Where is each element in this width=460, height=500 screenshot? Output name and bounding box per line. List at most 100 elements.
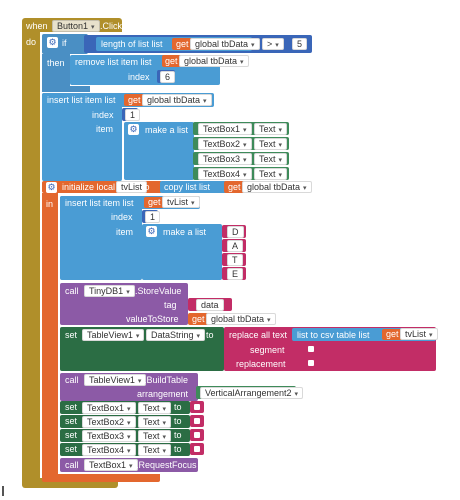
get-label: get <box>165 56 178 66</box>
chevron-down-icon: ▾ <box>243 172 247 179</box>
empty-text-block[interactable] <box>304 343 318 355</box>
compare-operator-dropdown[interactable]: > ▾ <box>262 38 284 50</box>
to-label: to <box>174 402 182 412</box>
chevron-down-icon: ▾ <box>127 406 131 413</box>
index-label: index <box>111 212 133 222</box>
variable-dropdown[interactable]: tvList ▾ <box>400 328 438 340</box>
set-label: set <box>65 430 78 440</box>
property-dropdown[interactable]: DataString ▾ <box>146 329 206 341</box>
chevron-down-icon: ▾ <box>243 142 247 149</box>
variable-dropdown[interactable]: global tbData ▾ <box>142 94 212 106</box>
number-value[interactable]: 1 <box>125 109 141 121</box>
event-name: .Click <box>100 21 122 31</box>
variable-dropdown[interactable]: tvList ▾ <box>162 196 200 208</box>
gear-icon[interactable]: ⚙ <box>47 37 58 48</box>
chevron-down-icon: ▾ <box>162 406 167 413</box>
chevron-down-icon: ▾ <box>127 448 131 455</box>
component-dropdown[interactable]: TextBox3 ▾ <box>82 430 136 442</box>
call-label: call <box>65 460 79 470</box>
number-value[interactable]: 1 <box>145 211 161 223</box>
chevron-down-icon: ▾ <box>162 448 167 455</box>
replacement-label: replacement <box>236 359 286 369</box>
to-label: to <box>174 416 182 426</box>
component-dropdown[interactable]: TableView1 ▾ <box>84 374 147 386</box>
workspace-scroll-indicator[interactable] <box>2 486 4 496</box>
component-dropdown[interactable]: TableView1 ▾ <box>82 329 145 341</box>
component-dropdown[interactable]: TextBox4 ▾ <box>82 444 136 456</box>
chevron-down-icon: ▾ <box>294 391 299 398</box>
chevron-down-icon: ▾ <box>251 42 255 49</box>
chevron-down-icon: ▾ <box>191 200 195 207</box>
number-value[interactable]: 6 <box>160 71 176 83</box>
tag-label: tag <box>164 300 177 310</box>
chevron-down-icon: ▾ <box>240 59 244 66</box>
get-label: get <box>176 39 189 49</box>
get-label: get <box>128 95 141 105</box>
call-label: call <box>65 375 79 385</box>
chevron-down-icon: ▾ <box>203 98 207 105</box>
chevron-down-icon: ▾ <box>278 172 283 179</box>
dot-label: . <box>140 330 143 340</box>
chevron-down-icon: ▾ <box>196 333 201 340</box>
empty-text-block[interactable] <box>190 415 204 427</box>
get-label: get <box>228 182 241 192</box>
component-dropdown[interactable]: TextBox1 ▾ <box>84 459 138 471</box>
gear-icon[interactable]: ⚙ <box>146 226 157 237</box>
gear-icon[interactable]: ⚙ <box>128 124 139 135</box>
chevron-down-icon: ▾ <box>127 434 131 441</box>
number-value[interactable]: 5 <box>292 38 308 50</box>
component-dropdown[interactable]: TextBox1 ▾ <box>82 402 136 414</box>
method-label: .StoreValue <box>135 286 182 296</box>
event-block-body-left <box>22 32 40 484</box>
property-dropdown[interactable]: Text ▾ <box>138 416 172 428</box>
component-dropdown[interactable]: TextBox3 ▾ <box>198 153 252 165</box>
event-component-dropdown[interactable]: Button1 ▾ <box>52 20 100 32</box>
property-dropdown[interactable]: Text ▾ <box>254 168 288 180</box>
gear-icon[interactable]: ⚙ <box>46 182 57 193</box>
chevron-down-icon: ▾ <box>275 42 279 49</box>
if-label: if <box>62 38 67 48</box>
set-label: set <box>65 330 78 340</box>
to-label: to <box>142 182 150 192</box>
method-label: .BuildTable <box>144 375 189 385</box>
empty-text-block[interactable] <box>190 401 204 413</box>
property-dropdown[interactable]: Text ▾ <box>138 444 172 456</box>
variable-dropdown[interactable]: global tbData ▾ <box>179 55 249 67</box>
text-value[interactable]: T <box>227 254 243 266</box>
property-dropdown[interactable]: Text ▾ <box>254 123 288 135</box>
variable-dropdown[interactable]: global tbData ▾ <box>206 313 276 325</box>
empty-text-block[interactable] <box>190 429 204 441</box>
variable-dropdown[interactable]: global tbData ▾ <box>190 38 260 50</box>
text-value[interactable]: data <box>196 299 224 311</box>
component-dropdown[interactable]: TextBox2 ▾ <box>82 416 136 428</box>
component-dropdown[interactable]: TextBox2 ▾ <box>198 138 252 150</box>
text-value[interactable]: D <box>227 226 244 238</box>
property-dropdown[interactable]: Text ▾ <box>138 430 172 442</box>
get-label: get <box>192 314 205 324</box>
item-label: item <box>116 227 134 237</box>
property-dropdown[interactable]: Text ▾ <box>138 402 172 414</box>
variable-dropdown[interactable]: global tbData ▾ <box>242 181 312 193</box>
method-label: .RequestFocus <box>136 460 197 470</box>
text-value[interactable]: A <box>227 240 244 252</box>
make-a-list-label: make a list <box>163 227 207 237</box>
item-label: item <box>96 124 114 134</box>
chevron-down-icon: ▾ <box>278 127 283 134</box>
property-dropdown[interactable]: Text ▾ <box>254 153 288 165</box>
component-dropdown[interactable]: TextBox4 ▾ <box>198 168 252 180</box>
property-dropdown[interactable]: Text ▾ <box>254 138 288 150</box>
component-dropdown[interactable]: VerticalArrangement2 ▾ <box>200 387 304 399</box>
set-label: set <box>65 416 78 426</box>
length-of-list-label: length of list list <box>101 39 163 49</box>
value-to-store-label: valueToStore <box>126 314 179 324</box>
empty-text-block[interactable] <box>190 443 204 455</box>
component-dropdown[interactable]: TinyDB1 ▾ <box>84 285 135 297</box>
set-label: set <box>65 402 78 412</box>
chevron-down-icon: ▾ <box>278 157 283 164</box>
chevron-down-icon: ▾ <box>135 333 140 340</box>
replace-all-label: replace all text <box>229 330 288 340</box>
empty-text-block[interactable] <box>304 357 318 369</box>
index-label: index <box>92 110 114 120</box>
component-dropdown[interactable]: TextBox1 ▾ <box>198 123 252 135</box>
text-value[interactable]: E <box>227 268 244 280</box>
